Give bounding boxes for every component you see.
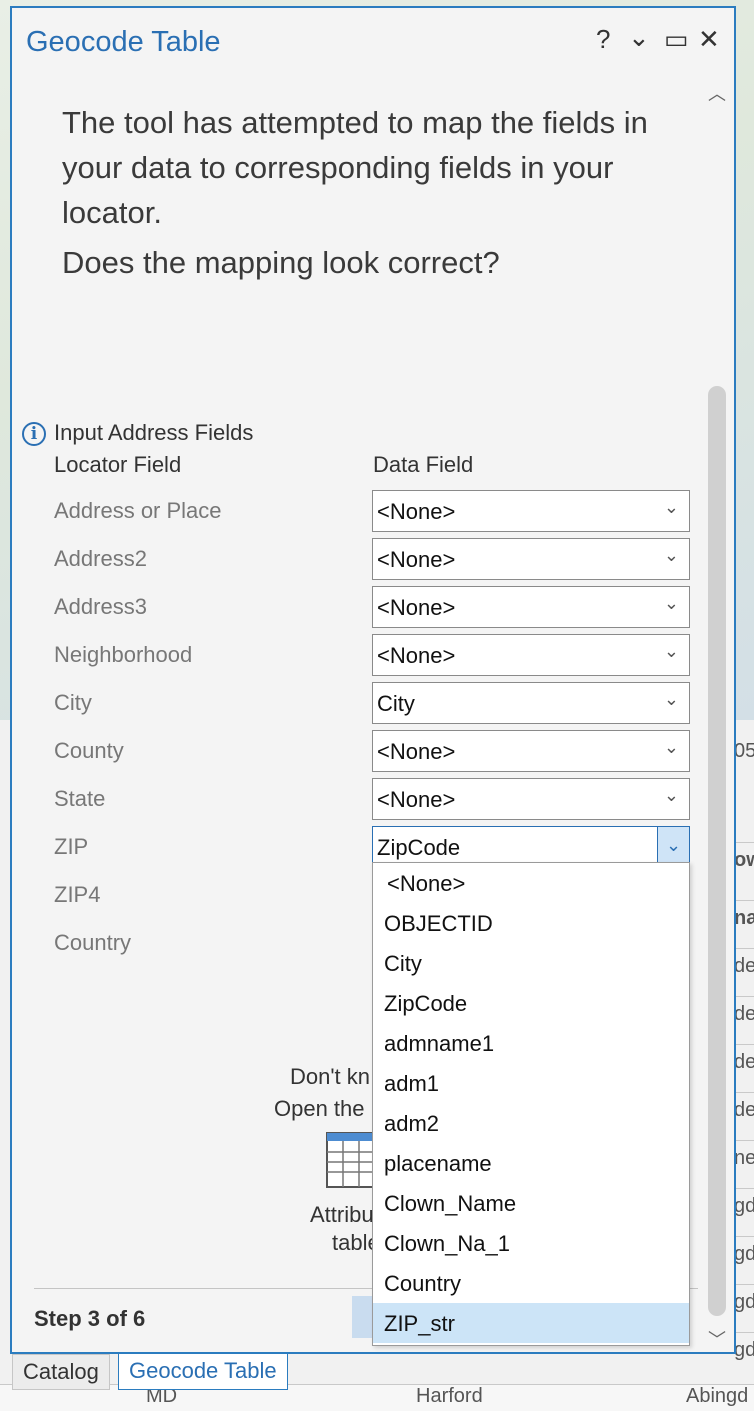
select-value: <None>	[377, 643, 456, 668]
data-field-select[interactable]: <None> ⌄	[372, 778, 690, 820]
chevron-down-icon: ⌄	[663, 785, 679, 805]
scroll-up-icon[interactable]: ︿	[708, 80, 726, 106]
select-value: <None>	[377, 499, 456, 524]
dropdown-option[interactable]: OBJECTID	[373, 903, 689, 943]
locator-field-label: ZIP	[54, 834, 89, 859]
scrollbar-thumb[interactable]	[708, 386, 726, 1316]
select-value: <None>	[377, 739, 456, 764]
chevron-down-icon: ⌄	[663, 641, 679, 661]
help-text: Open the	[274, 1096, 365, 1121]
dropdown-option[interactable]: City	[373, 943, 689, 983]
dropdown-option[interactable]: adm1	[373, 1063, 689, 1103]
intro-line: your data to corresponding fields in you…	[62, 150, 614, 185]
intro-line: locator.	[62, 195, 162, 230]
locator-field-label: Neighborhood	[54, 642, 193, 667]
locator-field-label: Address2	[54, 546, 147, 571]
dropdown-option-highlighted[interactable]: ZIP_str	[373, 1303, 689, 1343]
data-field-select[interactable]: <None> ⌄	[372, 634, 690, 676]
dropdown-toggle[interactable]: ⌄	[657, 827, 689, 867]
intro-question: Does the mapping look correct?	[62, 245, 500, 280]
dropdown-option[interactable]: Clown_Name	[373, 1183, 689, 1223]
section-title: Input Address Fields	[54, 420, 254, 445]
tab-geocode-table[interactable]: Geocode Table	[118, 1354, 288, 1390]
select-value: <None>	[377, 787, 456, 812]
chevron-down-icon: ⌄	[663, 737, 679, 757]
locator-field-label: State	[54, 786, 106, 811]
data-field-select[interactable]: <None> ⌄	[372, 730, 690, 772]
locator-field-label: Address3	[54, 594, 147, 619]
chevron-down-icon: ⌄	[663, 593, 679, 613]
locator-field-label: ZIP4	[54, 882, 101, 907]
maximize-button[interactable]: ▭	[664, 24, 689, 55]
locator-field-header: Locator Field	[54, 452, 182, 477]
tab-catalog[interactable]: Catalog	[12, 1354, 110, 1390]
chevron-down-icon: ⌄	[663, 497, 679, 517]
pane-title: Geocode Table	[26, 26, 221, 58]
select-value: City	[377, 691, 415, 716]
chevron-down-icon: ⌄	[663, 689, 679, 709]
chevron-down-icon: ⌄	[663, 545, 679, 565]
select-value: ZipCode	[377, 835, 461, 860]
dropdown-option[interactable]: adm2	[373, 1103, 689, 1143]
dropdown-option[interactable]: Clown_Na_1	[373, 1223, 689, 1263]
select-value: <None>	[377, 547, 456, 572]
pane-tabs: Catalog Geocode Table	[10, 1354, 736, 1390]
data-field-dropdown-list: <None> OBJECTID City ZipCode admname1 ad…	[372, 862, 690, 1346]
dropdown-option[interactable]: placename	[373, 1143, 689, 1183]
help-text: Don't kn	[290, 1064, 371, 1089]
data-field-select[interactable]: <None> ⌄	[372, 538, 690, 580]
attribute-table-label: Attribu	[310, 1202, 374, 1227]
select-value: <None>	[377, 595, 456, 620]
help-button[interactable]: ?	[596, 24, 610, 55]
locator-field-label: Country	[54, 930, 132, 955]
scroll-down-icon[interactable]: ﹀	[708, 1326, 726, 1352]
attribute-table-icon[interactable]	[326, 1132, 376, 1188]
dropdown-option[interactable]: ZipCode	[373, 983, 689, 1023]
step-indicator: Step 3 of 6	[34, 1306, 146, 1331]
locator-field-label: County	[54, 738, 124, 763]
data-field-select[interactable]: City ⌄	[372, 682, 690, 724]
dropdown-option[interactable]: admname1	[373, 1023, 689, 1063]
chevron-down-icon: ⌄	[666, 835, 682, 855]
pane-menu-button[interactable]: ⌄	[628, 22, 650, 53]
data-field-select[interactable]: <None> ⌄	[372, 490, 690, 532]
locator-field-label: City	[54, 690, 92, 715]
intro-line: The tool has attempted to map the fields…	[62, 105, 648, 140]
locator-field-label: Address or Place	[54, 498, 222, 523]
close-button[interactable]: ✕	[698, 24, 720, 55]
intro-text: The tool has attempted to map the fields…	[62, 100, 692, 285]
dropdown-option[interactable]: <None>	[373, 863, 689, 903]
data-field-select[interactable]: <None> ⌄	[372, 586, 690, 628]
dropdown-option[interactable]: Country	[373, 1263, 689, 1303]
info-icon[interactable]: i	[22, 422, 46, 446]
data-field-header: Data Field	[373, 452, 474, 477]
